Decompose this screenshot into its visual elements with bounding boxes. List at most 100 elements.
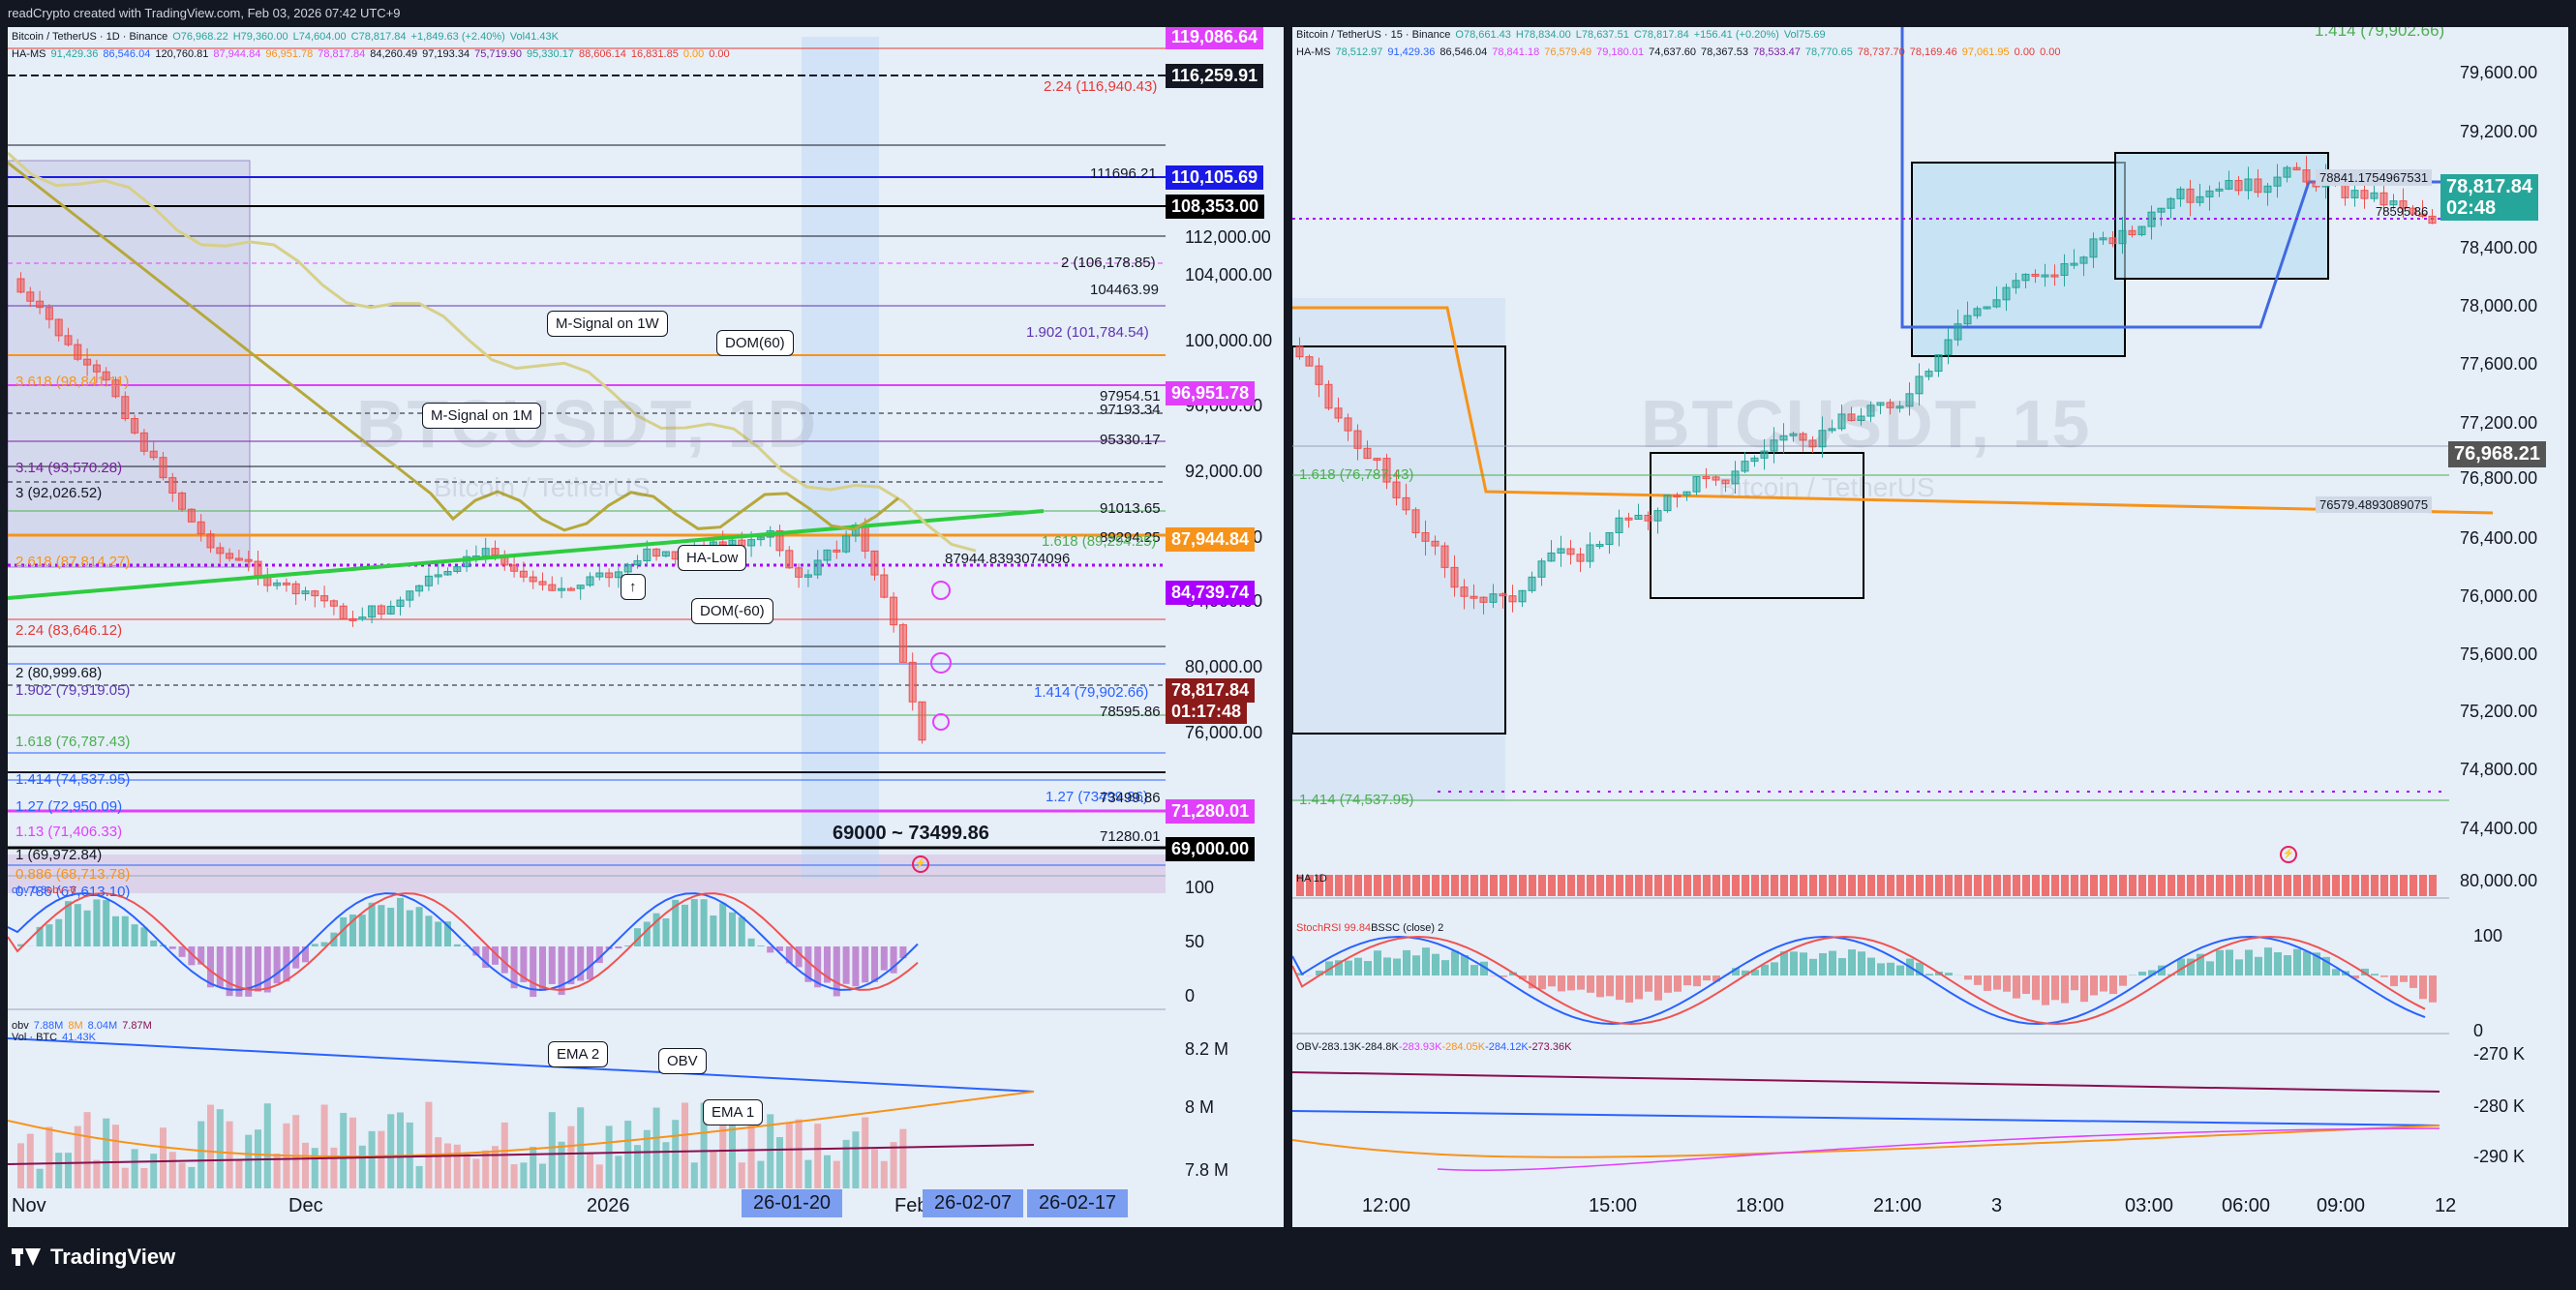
time-axis-label: 06:00 [2222,1195,2271,1216]
level-label: 78595.86 [2376,204,2429,219]
vol-info-item: 7.88M [33,1020,64,1032]
alert-icon[interactable]: ⚡ [912,855,929,873]
osc-bar [2429,975,2437,1003]
osc-bar [1422,947,1430,975]
candle [2254,178,2262,194]
hams-info-item: 74,637.60 [1649,46,1697,58]
annotation-bubble[interactable]: ↑ [621,574,646,600]
volume-bar [510,1164,518,1188]
ha-bar [1916,875,1924,896]
candle [595,572,604,578]
candle [301,590,310,595]
volume-bar [207,1104,214,1188]
annotation-bubble[interactable]: EMA 1 [703,1099,764,1125]
annotation-bubble[interactable]: M-Signal on 1W [547,311,668,337]
candle [54,318,63,337]
candle [661,551,670,557]
level-label: 2.24 (116,940.43) [1044,78,1158,95]
volume-bar [463,1153,470,1188]
candle [1576,554,1585,562]
candle [36,300,45,309]
volume-bar [263,1103,271,1188]
osc-bar [2022,975,2030,995]
time-axis-label: 12:00 [1362,1195,1411,1216]
hams-info-item: 86,546.04 [1440,46,1488,58]
volume-bar [178,1162,186,1188]
candle [234,557,243,561]
volume-bar [567,1125,575,1188]
annotation-bubble[interactable]: HA-Low [678,545,747,571]
volume-bar [140,1168,148,1188]
candle [1644,514,1652,522]
symbol-info-item: C78,817.84 [350,31,407,43]
symbol-info-item: L74,604.00 [292,31,347,43]
candle [558,587,566,591]
candle [1983,306,1991,310]
price-axis-label: 76,000.00 [2460,586,2538,606]
osc-bar [2419,975,2427,1000]
candle [566,587,575,591]
symbol-info-item: +156.41 (+0.20%) [1693,29,1779,41]
osc-bar [1964,975,1972,980]
candle [1324,383,1333,409]
hams-info-item: 84,260.49 [370,48,418,60]
volume-bar [444,1143,451,1188]
osc-bar [1838,958,1846,975]
candle [2263,185,2272,194]
candle [1992,299,2001,308]
candle [282,582,290,585]
annotation-bubble[interactable]: DOM(-60) [691,598,773,624]
annotation-bubble[interactable]: EMA 2 [548,1041,609,1067]
left-chart-canvas[interactable] [8,27,1284,1227]
volume-bar [387,1114,395,1188]
level-label: 111696.21 [1090,165,1157,182]
ha-bar [1896,875,1904,896]
alert-icon[interactable]: ⚡ [2280,846,2297,863]
volume-bar [548,1112,556,1188]
candle [2012,280,2020,288]
time-axis-marker[interactable]: 26-02-07 [923,1189,1024,1217]
right-chart-pane[interactable]: BTCUSDT, 15 Bitcoin / TetherUS Bitcoin /… [1292,27,2568,1227]
right-price-value: 78,817.84 [2446,176,2532,197]
price-badge: 69,000.00 [1166,837,1256,861]
left-vol-info: obv 7.88M 8M 8.04M 7.87M Vol · BTC 41.43K [12,1020,157,1043]
osc-bar [842,946,850,984]
ha-bar [1596,875,1604,896]
candle [1586,544,1594,562]
candle [1973,308,1982,316]
osc-bar [1558,975,1565,992]
hams-info-item: 91,429.36 [50,48,99,60]
annotation-bubble[interactable]: OBV [658,1048,707,1074]
osc-bar [2274,952,2282,975]
volume-bar [833,1160,840,1188]
time-axis-marker[interactable]: 26-02-17 [1027,1189,1129,1217]
level-label: 1.902 (101,784.54) [1026,324,1149,341]
candle [605,572,614,579]
ha-bar [1567,875,1575,896]
left-chart-pane[interactable]: BTCUSDT, 1D Bitcoin / TetherUS Bitcoin /… [8,27,1284,1227]
candle [377,605,385,615]
time-axis-label: 09:00 [2317,1195,2366,1216]
candle [890,596,898,626]
candle [26,291,35,302]
time-axis-label: 03:00 [2125,1195,2174,1216]
osc-bar [1925,974,1933,975]
ha-bar [2100,875,2107,896]
annotation-bubble[interactable]: DOM(60) [716,330,794,356]
hams-info-item: 120,760.81 [155,48,209,60]
tradingview-logo[interactable]: TradingView [12,1245,175,1270]
annotation-bubble[interactable]: M-Signal on 1M [422,403,542,429]
candle [2350,190,2359,198]
candle [1924,371,1933,377]
candle [623,564,632,573]
candle [1963,315,1972,325]
candle [131,417,139,434]
obv-info-item: -284.05K [1441,1041,1486,1053]
time-axis-marker[interactable]: 26-01-20 [742,1189,843,1217]
osc-bar [1771,962,1778,975]
volume-bar [330,1147,338,1188]
ha-bar [2148,875,2156,896]
osc-bar [1896,965,1904,975]
candle [178,492,187,510]
time-axis-label: Nov [12,1195,46,1216]
